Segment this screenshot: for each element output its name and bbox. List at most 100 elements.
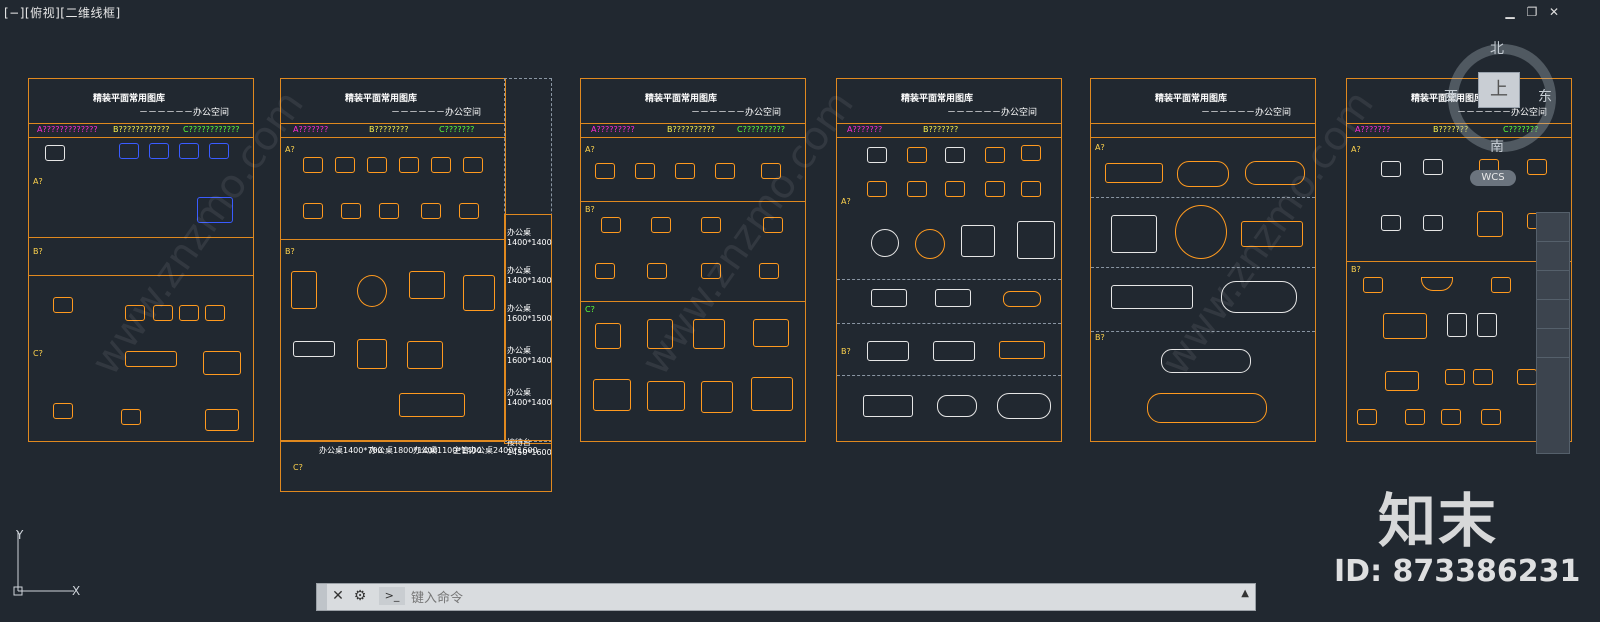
round-table-block: [871, 229, 899, 257]
command-prompt-icon[interactable]: >_: [379, 587, 405, 605]
furniture-block: [205, 305, 225, 321]
sheet-title-block: 精装平面常用图库 －－－－－－办公空间: [1091, 79, 1315, 124]
close-icon[interactable]: ✕: [329, 587, 347, 605]
furniture-block: [1441, 409, 1461, 425]
viewcube-top-face[interactable]: 上: [1478, 72, 1520, 108]
lounge-block: [1491, 277, 1511, 293]
desk-chair-block: [759, 263, 779, 279]
workstation-block: [379, 203, 399, 219]
door-symbol: [179, 143, 199, 159]
chevron-up-icon[interactable]: ▲: [1241, 588, 1249, 599]
bed-block: [1477, 313, 1497, 337]
compass-south[interactable]: 南: [1490, 136, 1504, 156]
legend-row: A??????? B???????? C???????: [281, 123, 505, 138]
category-a-label: A?: [33, 177, 43, 186]
workstation-block: [421, 203, 441, 219]
workstation-block: [303, 203, 323, 219]
desk-size-table-body: 办公桌1400*1400 办公桌1400*1400 办公桌1600*1500 办…: [504, 214, 552, 457]
compass-east[interactable]: 东: [1538, 86, 1552, 106]
showmotion-icon[interactable]: [1537, 329, 1569, 358]
round-table-block: [907, 181, 927, 197]
minimize-icon[interactable]: ▁: [1504, 6, 1516, 18]
executive-desk-block: [751, 377, 793, 411]
cluster-desk-block: [291, 271, 317, 309]
sheet-title-block: 精装平面常用图库 －－－－－－办公空间: [581, 79, 805, 124]
sheet-title-block: 精装平面常用图库 －－－－－－办公空间: [29, 79, 253, 124]
chair-block: [945, 147, 965, 163]
meeting-table-block: [867, 341, 909, 361]
furniture-block: [121, 409, 141, 425]
furniture-block: [1357, 409, 1377, 425]
legend-b: B????????????: [113, 125, 170, 134]
divider: [837, 375, 1061, 376]
sheet-title: 精装平面常用图库: [901, 94, 974, 104]
workstation-block: [341, 203, 361, 219]
legend-a: A???????: [847, 125, 883, 134]
drawing-sheet-3: 精装平面常用图库 －－－－－－办公空间 A????????? B????????…: [580, 78, 806, 442]
chair-block: [907, 147, 927, 163]
furniture-block: [1405, 409, 1425, 425]
chair-block: [867, 147, 887, 163]
meeting-table-block: [937, 395, 977, 417]
executive-desk-block: [647, 381, 685, 411]
window-controls: ▁ ❐ ✕: [1504, 6, 1560, 18]
zoom-icon[interactable]: [1537, 271, 1569, 300]
legend-row: [1091, 123, 1315, 138]
meeting-table-block: [935, 289, 971, 307]
furniture-block: [1517, 369, 1537, 385]
conference-table-block: [1147, 393, 1267, 423]
round-cluster-block: [357, 275, 387, 307]
meeting-table-block: [863, 395, 913, 417]
sofa-block: [203, 351, 241, 375]
executive-desk-block: [701, 381, 733, 413]
desk-chair-block: [635, 163, 655, 179]
pan-icon[interactable]: [1537, 242, 1569, 271]
category-b-label: B?: [841, 347, 851, 356]
category-b-label: B?: [1351, 265, 1361, 274]
meeting-table-block: [997, 393, 1051, 419]
viewport-label[interactable]: [−][俯视][二维线框]: [4, 4, 121, 21]
command-input[interactable]: 键入命令: [411, 587, 463, 606]
piano-block: [1473, 369, 1493, 385]
full-navigation-wheel-icon[interactable]: [1537, 213, 1569, 242]
desk-chair-block: [701, 217, 721, 233]
door-symbol: [119, 143, 139, 159]
conference-table-block: [1111, 285, 1193, 309]
wcs-menu[interactable]: WCS: [1470, 170, 1516, 186]
round-table-block: [945, 181, 965, 197]
compass-north[interactable]: 北: [1490, 38, 1504, 58]
desk-size-label: 办公桌1600*1400: [507, 346, 552, 365]
command-line-grip[interactable]: [317, 584, 327, 610]
restore-icon[interactable]: ❐: [1526, 6, 1538, 18]
executive-desk-block: [595, 323, 621, 349]
sheet-subtitle: －－－－－－办公空间: [391, 108, 482, 118]
workstation-block: [463, 157, 483, 173]
desk-size-label: 办公桌1400*1400: [507, 388, 552, 407]
tv-block: [1385, 371, 1419, 391]
desk-size-label: 办公桌1600*1500: [507, 304, 552, 323]
compass-west[interactable]: 西: [1444, 86, 1458, 106]
orbit-icon[interactable]: [1537, 300, 1569, 329]
wrench-icon[interactable]: ⚙: [351, 587, 369, 605]
divider: [837, 323, 1061, 324]
desk-chair-block: [647, 263, 667, 279]
desk-chair-block: [595, 163, 615, 179]
sofa-block: [1381, 215, 1401, 231]
furniture-block: [1445, 369, 1465, 385]
furniture-block: [53, 403, 73, 419]
lounge-block: [1383, 313, 1427, 339]
legend-b: B????????: [369, 125, 409, 134]
command-line: ✕ ⚙ >_ 键入命令 ▲: [316, 583, 1256, 611]
conference-table-block: [1111, 215, 1157, 253]
svg-text:X: X: [72, 584, 80, 597]
cluster-desk-block: [357, 339, 387, 369]
workstation-block: [335, 157, 355, 173]
desk-chair-block: [715, 163, 735, 179]
furniture-block: [205, 409, 239, 431]
close-icon[interactable]: ✕: [1548, 6, 1560, 18]
desk-chair-block: [651, 217, 671, 233]
conference-table-block: [1177, 161, 1229, 187]
navigation-bar[interactable]: [1536, 212, 1570, 454]
furniture-block: [53, 297, 73, 313]
round-table-block: [867, 181, 887, 197]
